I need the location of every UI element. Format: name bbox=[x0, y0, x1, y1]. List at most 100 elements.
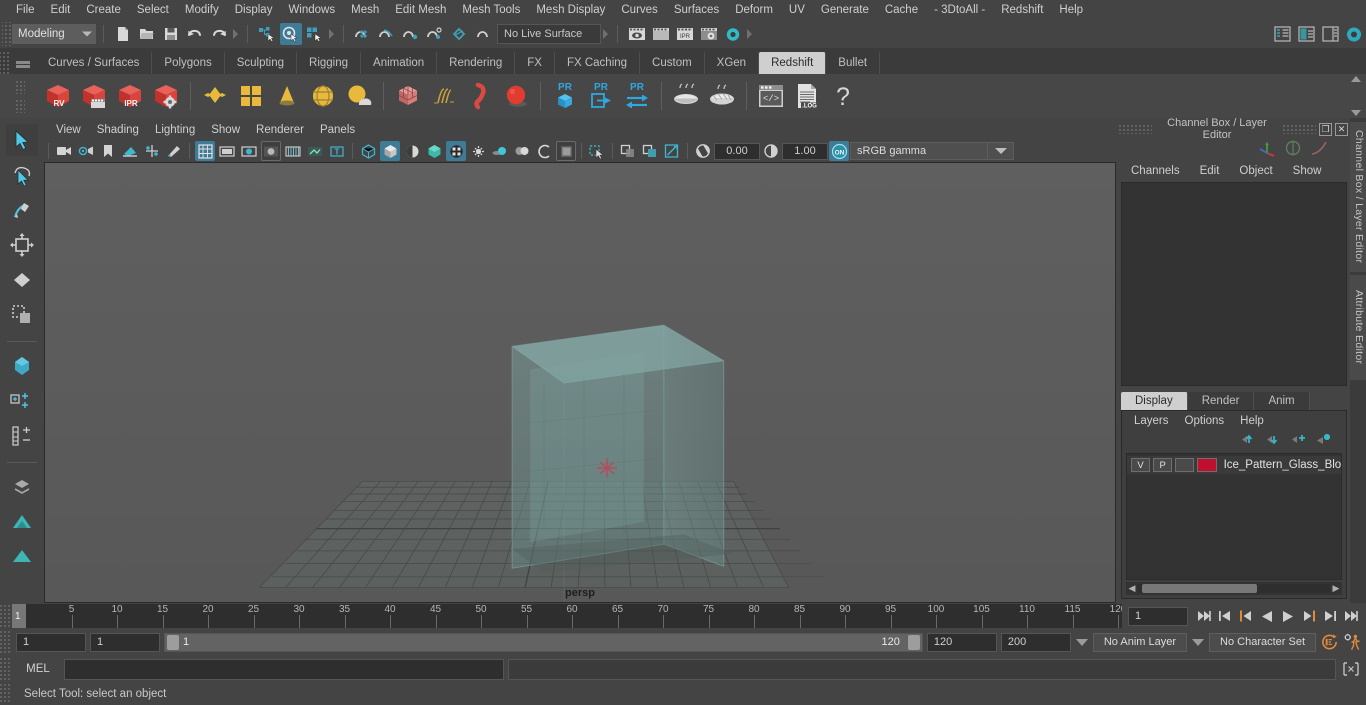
transform-axis-icon[interactable] bbox=[1258, 139, 1276, 160]
menu-set-selector[interactable]: Modeling bbox=[12, 24, 96, 44]
rs-bake-all-icon[interactable] bbox=[705, 78, 739, 114]
shelf-left-grip[interactable] bbox=[0, 74, 40, 118]
scroll-left-icon[interactable]: ◀ bbox=[1126, 583, 1138, 594]
go-to-end-icon[interactable] bbox=[1341, 606, 1360, 626]
menu-modify[interactable]: Modify bbox=[177, 0, 227, 20]
scroll-track[interactable] bbox=[1138, 584, 1330, 593]
animation-end-time-field[interactable]: 200 bbox=[1000, 632, 1071, 652]
collapse-arrow-icon[interactable] bbox=[231, 24, 240, 44]
dim-toggle-icon[interactable] bbox=[1284, 139, 1302, 160]
rs-hair-icon[interactable] bbox=[427, 78, 461, 114]
shaded-wireframe-icon[interactable] bbox=[402, 141, 422, 161]
exposure-field[interactable]: 0.00 bbox=[714, 142, 760, 160]
safe-title-icon[interactable]: T bbox=[327, 141, 347, 161]
layer-color-swatch[interactable] bbox=[1197, 458, 1217, 472]
anim-layer-dropdown-arrow[interactable] bbox=[1075, 633, 1089, 652]
select-by-component-icon[interactable] bbox=[304, 23, 326, 45]
vtab-attribute-editor[interactable]: Attribute Editor bbox=[1350, 275, 1366, 380]
auto-keyframe-icon[interactable] bbox=[1320, 632, 1339, 652]
play-backwards-icon[interactable] bbox=[1257, 606, 1276, 626]
shelf-scroll-up-icon[interactable] bbox=[1351, 76, 1361, 82]
make-live-icon[interactable] bbox=[472, 23, 494, 45]
anim-layer-selector[interactable]: No Anim Layer bbox=[1092, 632, 1188, 652]
shelf-tab-animation[interactable]: Animation bbox=[361, 52, 438, 74]
shelf-tab-fx[interactable]: FX bbox=[515, 52, 555, 74]
character-set-selector[interactable]: No Character Set bbox=[1209, 632, 1316, 652]
menu-curves[interactable]: Curves bbox=[613, 0, 665, 20]
menu-edit-mesh[interactable]: Edit Mesh bbox=[387, 0, 454, 20]
panel-grip-right[interactable] bbox=[1282, 124, 1316, 134]
color-space-dropdown-arrow[interactable] bbox=[988, 142, 1014, 160]
hypershade-icon[interactable] bbox=[722, 23, 744, 45]
shelf-tab-polygons[interactable]: Polygons bbox=[152, 52, 225, 74]
shelf-tab-sculpting[interactable]: Sculpting bbox=[224, 52, 298, 74]
shelf-tab-rigging[interactable]: Rigging bbox=[297, 52, 362, 74]
viewport-3d[interactable]: y x z persp bbox=[44, 162, 1116, 603]
paint-select-tool[interactable] bbox=[6, 194, 38, 226]
shelf-scroll-down-icon[interactable] bbox=[1351, 110, 1361, 116]
snap-to-curve-icon[interactable] bbox=[376, 23, 398, 45]
exposure-icon[interactable] bbox=[693, 141, 713, 161]
rotate-tool[interactable] bbox=[6, 264, 38, 296]
layer-tab-render[interactable]: Render bbox=[1187, 392, 1255, 410]
menu-mesh[interactable]: Mesh bbox=[343, 0, 387, 20]
rs-matte-icon[interactable] bbox=[234, 78, 268, 114]
layer-menu-help[interactable]: Help bbox=[1232, 412, 1272, 430]
grease-pencil-icon[interactable] bbox=[164, 141, 184, 161]
pr-transfer-icon[interactable]: PR bbox=[620, 78, 654, 114]
menu-redshift[interactable]: Redshift bbox=[993, 0, 1051, 20]
select-tool[interactable] bbox=[6, 124, 38, 156]
time-slider-cursor[interactable]: 1 bbox=[12, 604, 26, 628]
menu-mesh-display[interactable]: Mesh Display bbox=[528, 0, 613, 20]
step-back-key-icon[interactable] bbox=[1236, 606, 1255, 626]
menu-file[interactable]: File bbox=[8, 0, 43, 20]
isolate-select-icon[interactable] bbox=[587, 141, 607, 161]
gamma-field[interactable]: 1.00 bbox=[782, 142, 828, 160]
workspace-selector-icon[interactable] bbox=[1343, 23, 1365, 45]
layer-menu-layers[interactable]: Layers bbox=[1126, 412, 1177, 430]
field-chart-icon[interactable] bbox=[283, 141, 303, 161]
last-tool-used[interactable] bbox=[6, 350, 38, 382]
lighting-icon[interactable] bbox=[446, 141, 466, 161]
two-axis-icon[interactable] bbox=[142, 141, 162, 161]
range-left-handle[interactable] bbox=[167, 634, 179, 650]
viewport-menu-show[interactable]: Show bbox=[203, 120, 248, 140]
playback-start-time-field[interactable]: 1 bbox=[90, 632, 160, 652]
grid-icon[interactable] bbox=[195, 141, 215, 161]
menu-deform[interactable]: Deform bbox=[727, 0, 781, 20]
channel-box-list[interactable] bbox=[1121, 182, 1347, 386]
playback-end-time-field[interactable]: 120 bbox=[926, 632, 997, 652]
hypershade-quick-layout[interactable] bbox=[6, 541, 38, 573]
rs-log-icon[interactable]: .LOG bbox=[790, 78, 824, 114]
layer-list-hscrollbar[interactable]: ◀ ▶ bbox=[1126, 582, 1342, 595]
pr-bake-icon[interactable]: PR bbox=[548, 78, 582, 114]
snap-to-projected-center-icon[interactable] bbox=[424, 23, 446, 45]
range-slider-bar[interactable]: 1 120 bbox=[164, 632, 923, 652]
scroll-right-icon[interactable]: ▶ bbox=[1330, 583, 1342, 594]
layer-list[interactable]: V P Ice_Pattern_Glass_Bloc bbox=[1126, 453, 1342, 580]
step-forward-frame-icon[interactable] bbox=[1320, 606, 1339, 626]
rs-volume-icon[interactable] bbox=[391, 78, 425, 114]
select-by-object-icon[interactable] bbox=[280, 23, 302, 45]
shelf-tab-custom[interactable]: Custom bbox=[640, 52, 705, 74]
menu-display[interactable]: Display bbox=[227, 0, 281, 20]
redshift-render-sequence-icon[interactable] bbox=[77, 78, 111, 114]
close-panel-button[interactable]: ✕ bbox=[1335, 122, 1348, 136]
script-editor-icon[interactable] bbox=[1340, 658, 1362, 680]
wireframe-icon[interactable] bbox=[358, 141, 378, 161]
move-layer-up-icon[interactable] bbox=[1241, 433, 1257, 449]
sidebar-toggle-attribute-icon[interactable] bbox=[1295, 23, 1317, 45]
render-current-frame-icon[interactable] bbox=[650, 23, 672, 45]
camera-icon[interactable] bbox=[54, 141, 74, 161]
snap-to-grid-icon[interactable] bbox=[352, 23, 374, 45]
rs-sphere-icon[interactable] bbox=[499, 78, 533, 114]
open-scene-icon[interactable] bbox=[136, 23, 158, 45]
vtab-channel-box-layer-editor[interactable]: Channel Box / Layer Editor bbox=[1350, 122, 1366, 272]
shelf-tab-rendering[interactable]: Rendering bbox=[437, 52, 516, 74]
lasso-select-tool[interactable] bbox=[6, 159, 38, 191]
render-settings-icon[interactable] bbox=[698, 23, 720, 45]
select-by-hierarchy-icon[interactable] bbox=[256, 23, 278, 45]
menu-mesh-tools[interactable]: Mesh Tools bbox=[454, 0, 528, 20]
menu-help[interactable]: Help bbox=[1051, 0, 1091, 20]
redo-icon[interactable] bbox=[208, 23, 230, 45]
